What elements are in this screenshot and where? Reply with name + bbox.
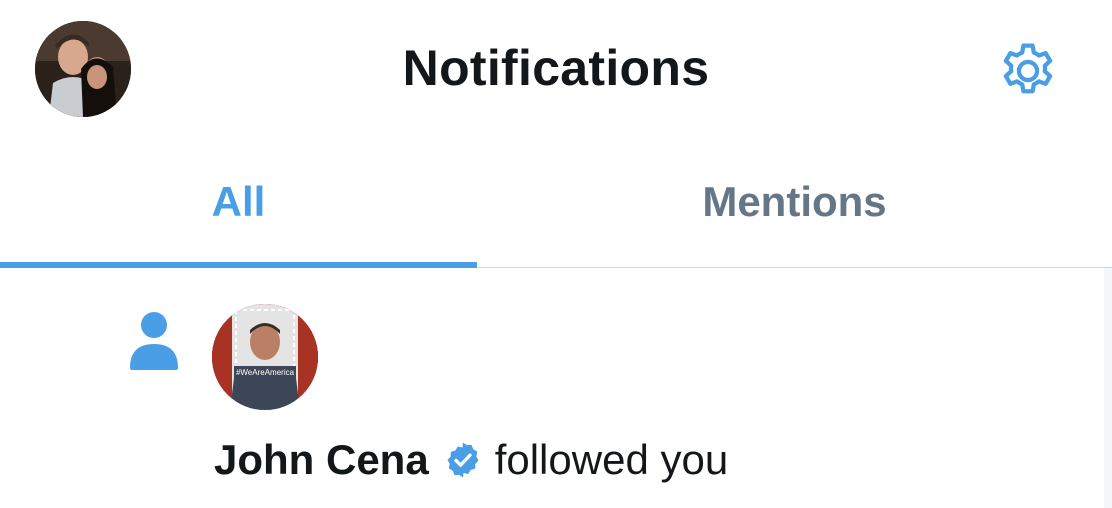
tab-all-label: All xyxy=(211,177,266,225)
tab-all[interactable]: All xyxy=(0,140,477,268)
avatar-caption: #WeAreAmerica xyxy=(236,368,295,377)
settings-button[interactable] xyxy=(991,34,1065,108)
follower-photo: #WeAreAmerica xyxy=(212,304,318,410)
person-icon xyxy=(130,312,178,370)
tab-bar: All Mentions xyxy=(0,140,1112,268)
notification-text: John Cena followed you xyxy=(214,432,728,488)
header: Notifications xyxy=(0,0,1112,140)
follower-name[interactable]: John Cena xyxy=(214,434,429,486)
scroll-edge xyxy=(1104,268,1112,508)
page-title: Notifications xyxy=(402,40,710,96)
notification-action: followed you xyxy=(494,436,729,483)
tab-mentions-label: Mentions xyxy=(702,177,887,225)
tab-mentions[interactable]: Mentions xyxy=(477,140,1112,267)
gear-icon xyxy=(1003,43,1053,94)
notification-item[interactable]: #WeAreAmerica John Cena followed you xyxy=(0,268,1112,508)
verified-badge-icon xyxy=(443,440,483,480)
follower-avatar[interactable]: #WeAreAmerica xyxy=(212,304,318,410)
notifications-screen: Notifications All Mentions #WeAreAmerica… xyxy=(0,0,1112,508)
